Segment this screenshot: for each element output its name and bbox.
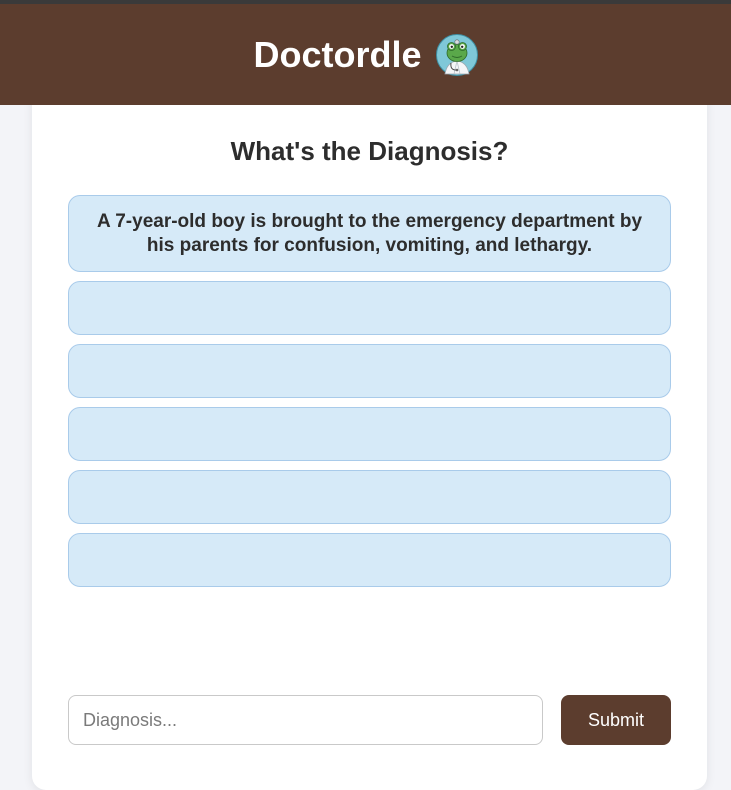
app-header: Doctordle (0, 4, 731, 105)
app-title: Doctordle (253, 33, 422, 75)
submit-button[interactable]: Submit (561, 695, 671, 745)
clue-slot-4 (68, 407, 671, 461)
question-title: What's the Diagnosis? (230, 136, 509, 166)
game-card: What's the Diagnosis? A 7-year-old boy i… (32, 90, 707, 790)
clue-slot-1: A 7-year-old boy is brought to the emerg… (68, 195, 671, 272)
clue-slot-3 (68, 344, 671, 398)
clue-slot-2 (68, 281, 671, 335)
diagnosis-input[interactable] (68, 695, 543, 745)
clue-slot-6 (68, 533, 671, 587)
guess-form: Submit (68, 695, 671, 745)
brand[interactable]: Doctordle (253, 33, 478, 76)
clue-slot-5 (68, 470, 671, 524)
clue-text: A 7-year-old boy is brought to the emerg… (96, 210, 643, 256)
doctor-frog-mascot-icon (435, 33, 478, 76)
